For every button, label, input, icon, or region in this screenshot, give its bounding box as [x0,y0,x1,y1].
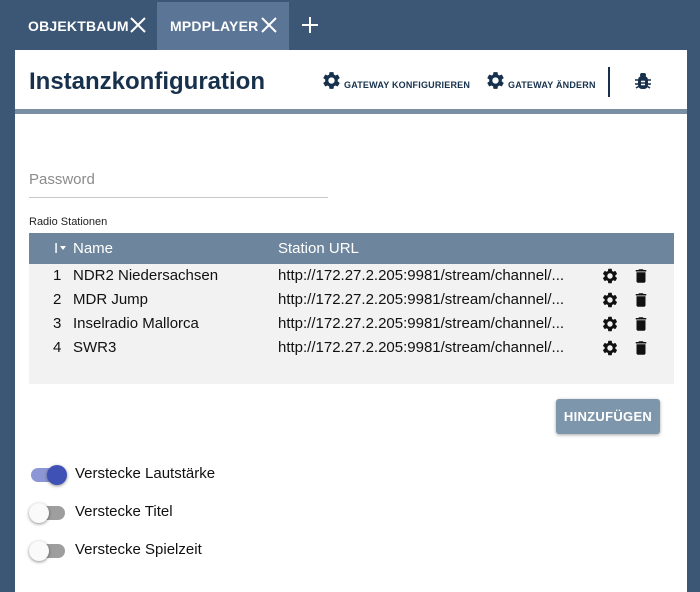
tab-label: MPDPLAYER [170,18,259,34]
sort-arrow-icon [60,246,66,250]
gateway-change-label: GATEWAY ÄNDERN [508,80,596,90]
gear-icon[interactable] [601,315,619,333]
table-row: 2 MDR Jump http://172.27.2.205:9981/stre… [29,288,674,312]
tab-mpdplayer[interactable]: MPDPLAYER [157,2,289,50]
page-title: Instanzkonfiguration [29,68,265,95]
stations-table: I Name Station URL 1 NDR2 Niedersachsen … [29,233,674,384]
gear-icon [323,72,340,89]
gear-icon[interactable] [601,339,619,357]
row-number: 4 [53,339,62,356]
password-placeholder: Password [29,171,95,188]
switch-label: Verstecke Lautstärke [75,465,216,482]
gateway-change-button[interactable]: GATEWAY ÄNDERN [485,70,596,91]
switch-thumb[interactable] [29,503,49,523]
station-url[interactable]: http://172.27.2.205:9981/stream/channel/… [278,339,593,356]
bug-icon[interactable] [634,72,652,92]
trash-icon[interactable] [632,339,650,357]
gateway-configure-button[interactable]: GATEWAY KONFIGURIEREN [321,70,470,91]
row-number: 3 [53,315,62,332]
close-icon[interactable] [259,15,279,35]
gateway-configure-label: GATEWAY KONFIGURIEREN [344,80,471,90]
station-url[interactable]: http://172.27.2.205:9981/stream/channel/… [278,315,593,332]
add-station-button[interactable]: HINZUFÜGEN [556,399,660,434]
table-row: 4 SWR3 http://172.27.2.205:9981/stream/c… [29,336,674,360]
station-url[interactable]: http://172.27.2.205:9981/stream/channel/… [278,291,593,308]
trash-icon[interactable] [632,291,650,309]
column-header-name[interactable]: Name [73,240,113,257]
column-header-url[interactable]: Station URL [278,240,359,257]
gear-icon[interactable] [601,291,619,309]
station-name[interactable]: SWR3 [73,339,116,356]
config-card: Instanzkonfiguration GATEWAY KONFIGURIER… [15,50,687,592]
trash-icon[interactable] [632,315,650,333]
station-name[interactable]: NDR2 Niedersachsen [73,267,218,284]
tab-bar: OBJEKTBAUM MPDPLAYER [0,0,700,50]
password-input[interactable]: Password [29,171,328,198]
switch-thumb[interactable] [29,541,49,561]
stations-label: Radio Stationen [29,216,108,228]
header-divider [608,67,610,97]
gear-icon[interactable] [601,267,619,285]
trash-icon[interactable] [632,267,650,285]
tab-label: OBJEKTBAUM [28,18,129,34]
switch-label: Verstecke Spielzeit [75,541,202,558]
card-header: Instanzkonfiguration GATEWAY KONFIGURIER… [15,50,687,114]
row-number: 2 [53,291,62,308]
gear-icon [487,72,504,89]
add-tab-icon[interactable] [300,15,320,35]
table-row: 3 Inselradio Mallorca http://172.27.2.20… [29,312,674,336]
station-url[interactable]: http://172.27.2.205:9981/stream/channel/… [278,267,593,284]
row-number: 1 [53,267,62,284]
close-icon[interactable] [128,15,148,35]
station-name[interactable]: MDR Jump [73,291,148,308]
table-header: I Name Station URL [29,233,674,264]
station-name[interactable]: Inselradio Mallorca [73,315,199,332]
switch-thumb[interactable] [47,465,67,485]
switch-label: Verstecke Titel [75,503,173,520]
column-header-num[interactable]: I [54,240,58,257]
table-row: 1 NDR2 Niedersachsen http://172.27.2.205… [29,264,674,288]
tab-objektbaum[interactable]: OBJEKTBAUM [0,2,156,50]
